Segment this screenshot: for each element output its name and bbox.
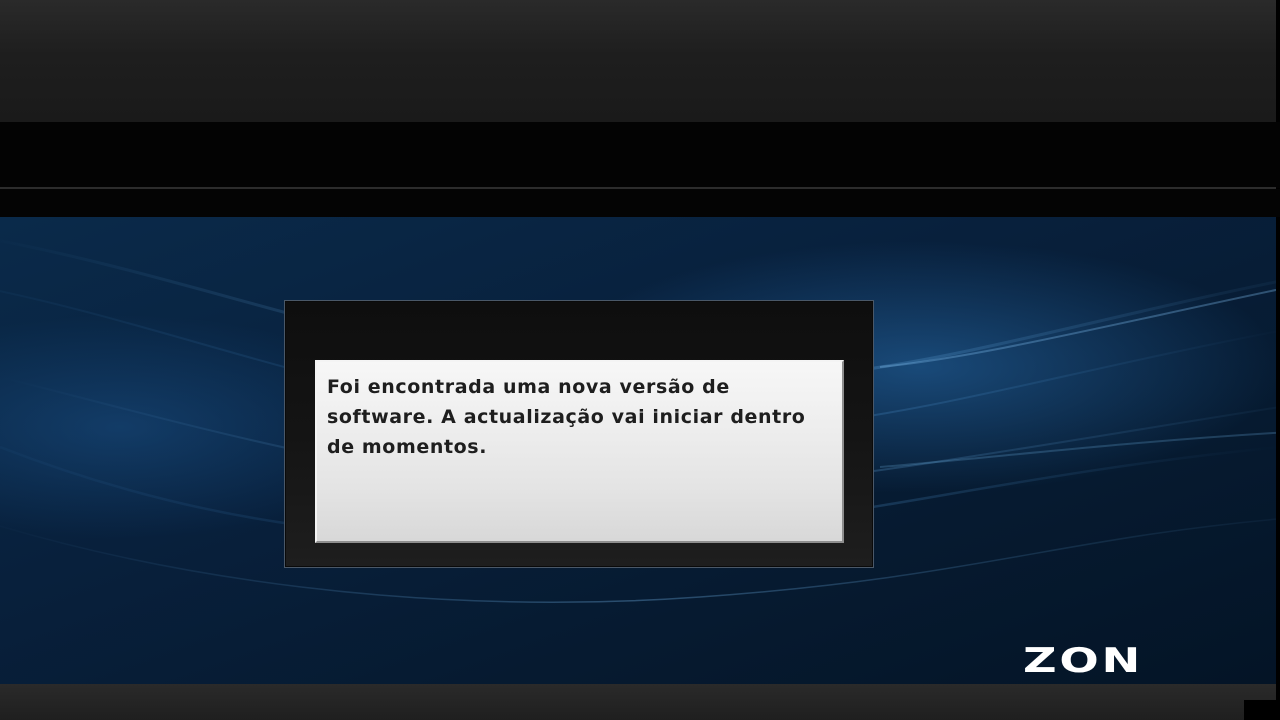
corner-block <box>1244 700 1280 720</box>
zon-logo-text: ZON <box>1023 641 1143 679</box>
screen: Foi encontrada uma nova versão de softwa… <box>0 0 1280 720</box>
message-box: Foi encontrada uma nova versão de softwa… <box>315 360 844 543</box>
top-bar <box>0 0 1276 122</box>
subheader-band <box>0 189 1280 217</box>
header-band <box>0 122 1280 188</box>
update-message: Foi encontrada uma nova versão de softwa… <box>327 376 806 458</box>
bottom-bar <box>0 684 1276 720</box>
zon-logo: ZON <box>1023 641 1143 679</box>
